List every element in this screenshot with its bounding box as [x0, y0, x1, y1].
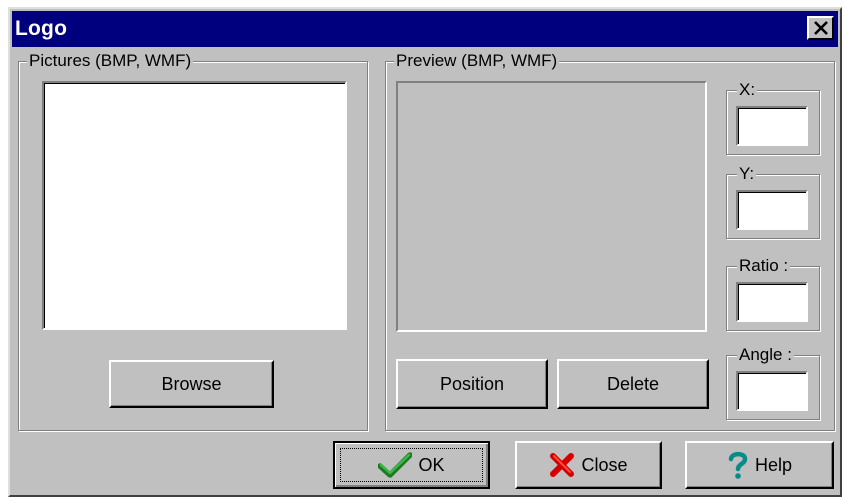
check-icon [377, 452, 414, 478]
ratio-group: Ratio : [726, 256, 820, 331]
browse-button-label: Browse [161, 373, 222, 394]
preview-area [396, 81, 707, 332]
angle-label: Angle : [737, 345, 794, 365]
window-title: Logo [15, 17, 68, 40]
pictures-group-label: Pictures (BMP, WMF) [27, 51, 194, 71]
y-label: Y: [737, 164, 757, 184]
angle-input[interactable] [736, 371, 808, 411]
ratio-label: Ratio : [737, 256, 791, 276]
pictures-list[interactable] [42, 81, 347, 330]
logo-dialog: Logo Pictures (BMP, WMF) Browse Preview … [8, 7, 842, 497]
help-button-label: Help [754, 454, 793, 475]
close-window-button[interactable] [807, 16, 834, 40]
title-bar[interactable]: Logo [12, 11, 838, 47]
preview-group-label: Preview (BMP, WMF) [394, 51, 560, 71]
delete-button[interactable]: Delete [557, 359, 709, 409]
position-button[interactable]: Position [396, 359, 548, 409]
ratio-input[interactable] [736, 282, 808, 322]
pictures-group: Pictures (BMP, WMF) Browse [18, 51, 368, 431]
x-label: X: [737, 80, 758, 100]
close-icon [813, 21, 828, 35]
position-button-label: Position [439, 373, 505, 394]
help-button[interactable]: Help [685, 441, 834, 489]
y-group: Y: [726, 164, 820, 239]
delete-button-label: Delete [606, 373, 660, 394]
close-button[interactable]: Close [515, 441, 662, 489]
ok-button[interactable]: OK [333, 441, 490, 489]
x-input[interactable] [736, 106, 808, 146]
close-button-label: Close [581, 454, 628, 475]
ok-button-label: OK [418, 454, 445, 475]
browse-button[interactable]: Browse [109, 360, 274, 408]
question-mark-icon [727, 450, 749, 480]
red-x-icon [549, 452, 575, 478]
angle-group: Angle : [726, 345, 820, 420]
preview-group: Preview (BMP, WMF) Position Delete X: Y:… [385, 51, 835, 431]
x-group: X: [726, 80, 820, 155]
y-input[interactable] [736, 190, 808, 230]
